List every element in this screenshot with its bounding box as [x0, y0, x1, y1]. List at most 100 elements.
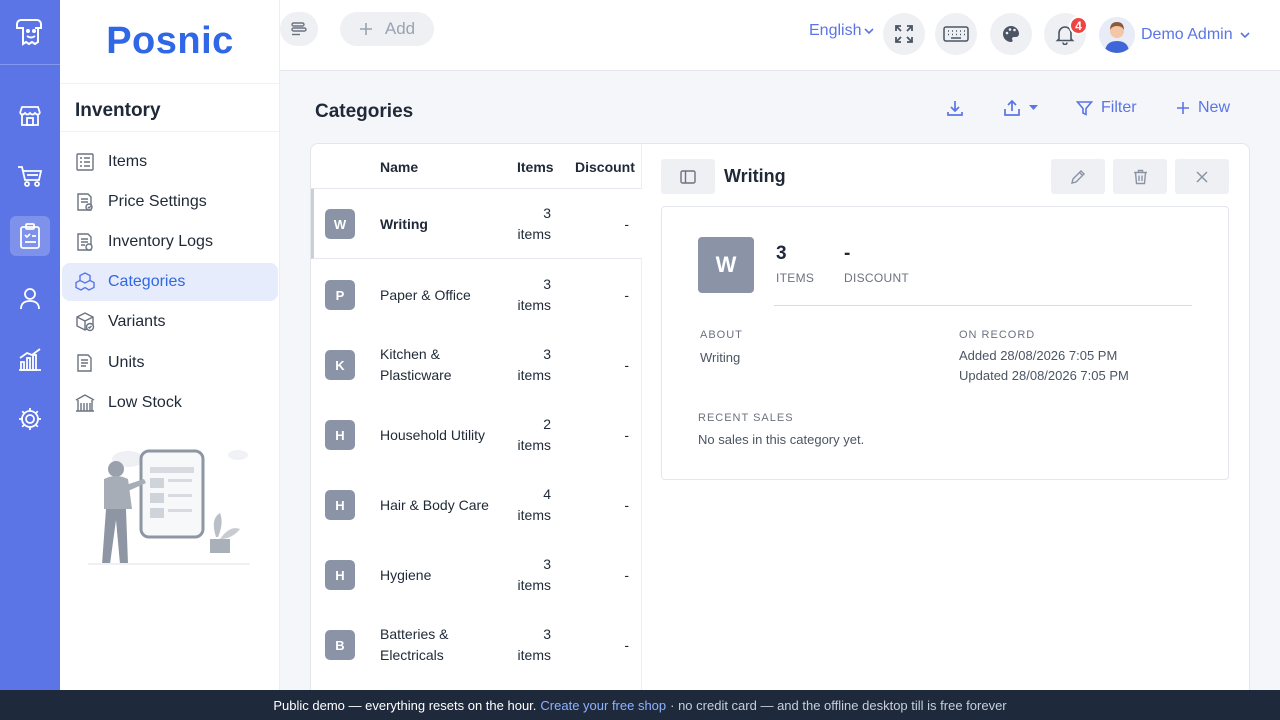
- table-row[interactable]: H Hygiene 3 items -: [311, 540, 642, 610]
- cart-icon: [18, 166, 43, 187]
- rail-store[interactable]: [10, 96, 50, 136]
- download-button[interactable]: [946, 99, 964, 117]
- toggle-list-button[interactable]: [661, 159, 715, 194]
- add-button[interactable]: Add: [340, 12, 434, 46]
- sidebar-item-low-stock[interactable]: Low Stock: [62, 384, 278, 422]
- chevron-down-icon: [1240, 32, 1250, 39]
- top-bar: Add English 4 Demo Admin: [280, 0, 1280, 71]
- main-content: Categories Filter New Name Items Discoun…: [280, 71, 1280, 703]
- sidebar-item-items[interactable]: Items: [62, 143, 278, 181]
- plus-icon: [1177, 102, 1189, 114]
- sidebar-divider: [60, 131, 280, 132]
- category-item-count: 3 items: [517, 205, 551, 242]
- rail-sales[interactable]: [10, 156, 50, 196]
- clipboard-icon: [20, 223, 40, 249]
- table-row[interactable]: H Hair & Body Care 4 items -: [311, 470, 642, 540]
- theme-button[interactable]: [990, 13, 1032, 55]
- rail-inventory[interactable]: [10, 216, 50, 256]
- category-avatar: W: [698, 237, 754, 293]
- rail-settings[interactable]: [10, 399, 50, 439]
- about-label: ABOUT: [700, 329, 743, 341]
- table-row[interactable]: K Kitchen & Plasticware 3 items -: [311, 330, 642, 400]
- sidebar-item-label: Units: [108, 354, 145, 371]
- filter-icon: [1076, 100, 1093, 116]
- brand-logo[interactable]: Posnic: [60, 0, 280, 84]
- table-row[interactable]: W Writing 3 items -: [311, 189, 642, 259]
- new-button[interactable]: New: [1176, 99, 1230, 117]
- category-initial: K: [325, 350, 355, 380]
- sidebar-item-label: Low Stock: [108, 394, 182, 411]
- about-text: Writing: [700, 350, 741, 365]
- rail-customers[interactable]: [10, 278, 50, 318]
- column-header-name[interactable]: Name: [380, 159, 418, 175]
- recent-sales-empty: No sales in this category yet.: [698, 432, 865, 447]
- category-initial: H: [325, 560, 355, 590]
- sidebar-item-categories[interactable]: Categories: [62, 263, 278, 301]
- category-initial: W: [325, 209, 355, 239]
- trash-icon: [1133, 169, 1147, 184]
- sidebar-item-label: Variants: [108, 313, 166, 330]
- box-check-icon: [74, 311, 96, 333]
- caret-down-icon: [1029, 105, 1038, 110]
- category-name: Batteries & Electricals: [380, 626, 449, 663]
- category-item-count: 2 items: [517, 416, 551, 453]
- rail-reports[interactable]: [10, 339, 50, 379]
- updated-timestamp: Updated 28/08/2026 7:05 PM: [959, 368, 1129, 383]
- sidebar-item-label: Categories: [108, 273, 186, 290]
- sidebar-item-variants[interactable]: Variants: [62, 303, 278, 341]
- close-button[interactable]: [1175, 159, 1229, 194]
- category-name: Hair & Body Care: [380, 496, 489, 513]
- sidebar-item-inventory-logs[interactable]: Inventory Logs: [62, 223, 278, 261]
- export-button[interactable]: [1003, 99, 1038, 117]
- sidebar-item-units[interactable]: Units: [62, 344, 278, 382]
- category-item-count: 4 items: [517, 486, 551, 523]
- sidebar-item-label: Inventory Logs: [108, 233, 213, 250]
- notifications-button[interactable]: 4: [1044, 13, 1088, 55]
- warehouse-icon: [74, 392, 96, 414]
- user-icon: [20, 288, 40, 310]
- create-shop-link[interactable]: Create your free shop: [540, 698, 666, 713]
- page-title: Categories: [315, 101, 414, 122]
- sidebar-item-price-settings[interactable]: Price Settings: [62, 183, 278, 221]
- language-selector[interactable]: English: [809, 22, 875, 40]
- sidebar-toggle-button[interactable]: [280, 12, 318, 46]
- column-header-items[interactable]: Items: [517, 159, 554, 175]
- add-button-label: Add: [384, 19, 416, 38]
- inventory-sidebar: Posnic Inventory Items Price Settings In…: [60, 0, 280, 690]
- category-item-count: 3 items: [517, 276, 551, 313]
- delete-button[interactable]: [1113, 159, 1167, 194]
- language-label: English: [809, 22, 862, 39]
- banner-text: Public demo — everything resets on the h…: [273, 697, 537, 713]
- category-initial: H: [325, 420, 355, 450]
- category-detail-pane: Writing W 3 ITEMS - DISCOUNT ABOUT Writi…: [642, 144, 1249, 702]
- avatar: [1099, 17, 1135, 53]
- column-header-discount[interactable]: Discount: [575, 159, 635, 175]
- sidebar-item-label: Price Settings: [108, 193, 207, 210]
- added-timestamp: Added 28/08/2026 7:05 PM: [959, 348, 1118, 363]
- filter-button[interactable]: Filter: [1076, 99, 1137, 117]
- category-name: Writing: [380, 215, 428, 232]
- category-discount: -: [624, 427, 629, 443]
- table-row[interactable]: B Batteries & Electricals 3 items -: [311, 610, 642, 680]
- category-discount: -: [624, 287, 629, 303]
- category-name: Household Utility: [380, 426, 486, 443]
- table-row[interactable]: P Paper & Office 3 items -: [311, 260, 642, 330]
- gear-icon: [19, 408, 41, 430]
- upload-icon: [1004, 99, 1020, 116]
- category-discount: -: [624, 216, 629, 232]
- category-item-count: 3 items: [517, 626, 551, 663]
- receipt-logo-icon[interactable]: [10, 12, 50, 52]
- notification-count-badge: 4: [1069, 16, 1088, 35]
- keyboard-icon: [943, 26, 969, 42]
- edit-button[interactable]: [1051, 159, 1105, 194]
- filter-label: Filter: [1101, 99, 1137, 116]
- user-menu[interactable]: Demo Admin: [1099, 17, 1251, 53]
- table-row[interactable]: H Household Utility 2 items -: [311, 400, 642, 470]
- fullscreen-button[interactable]: [883, 13, 925, 55]
- category-name: Hygiene: [380, 566, 432, 583]
- category-initial: H: [325, 490, 355, 520]
- keyboard-shortcuts-button[interactable]: [935, 13, 977, 55]
- category-discount: -: [624, 567, 629, 583]
- category-discount: -: [624, 637, 629, 653]
- category-discount: -: [624, 357, 629, 373]
